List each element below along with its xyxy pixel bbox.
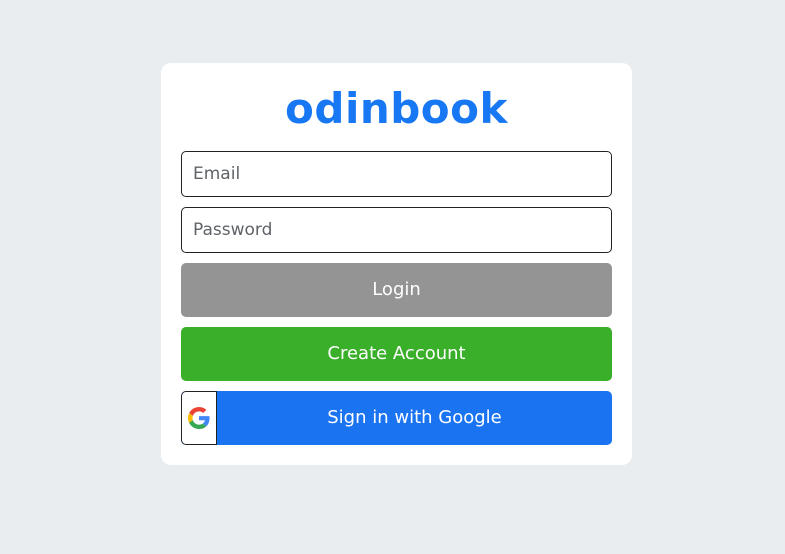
login-button[interactable]: Login bbox=[181, 263, 612, 317]
google-sign-in-label: Sign in with Google bbox=[327, 407, 502, 428]
google-logo-icon bbox=[181, 391, 217, 445]
google-sign-in-button[interactable]: Sign in with Google bbox=[181, 391, 612, 445]
login-card: odinbook Login Create Account Sign in wi… bbox=[161, 63, 632, 465]
odinbook-logo: odinbook bbox=[285, 84, 508, 133]
password-input[interactable] bbox=[181, 207, 612, 253]
email-input[interactable] bbox=[181, 151, 612, 197]
create-account-button[interactable]: Create Account bbox=[181, 327, 612, 381]
